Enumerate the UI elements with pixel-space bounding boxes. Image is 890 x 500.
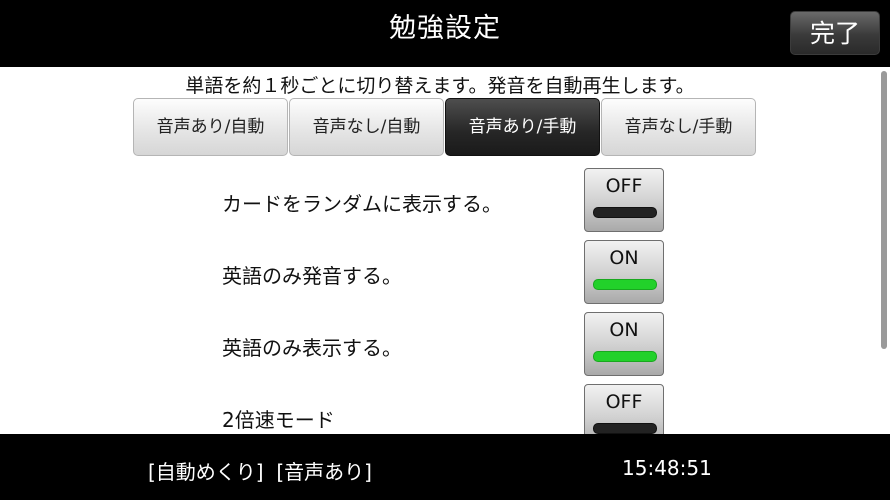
- setting-row-double-speed: 2倍速モード OFF: [0, 384, 890, 434]
- mode-tab-silent-auto[interactable]: 音声なし/自動: [289, 98, 444, 156]
- title-bar: 勉強設定 完了: [0, 0, 890, 67]
- setting-label: 英語のみ表示する。: [222, 336, 402, 360]
- status-mode-text: [自動めくり] [音声あり]: [148, 460, 372, 484]
- english-audio-only-toggle[interactable]: ON: [584, 240, 664, 304]
- toggle-state: ON: [609, 247, 639, 269]
- status-bar: [自動めくり] [音声あり] 15:48:51: [0, 434, 890, 500]
- done-button[interactable]: 完了: [790, 11, 880, 55]
- random-cards-toggle[interactable]: OFF: [584, 168, 664, 232]
- double-speed-toggle[interactable]: OFF: [584, 384, 664, 434]
- setting-label: カードをランダムに表示する。: [222, 192, 502, 216]
- mode-description: 単語を約１秒ごとに切り替えます。発音を自動再生します。: [185, 75, 695, 97]
- mode-tab-silent-manual[interactable]: 音声なし/手動: [601, 98, 756, 156]
- mode-tab-sound-manual[interactable]: 音声あり/手動: [445, 98, 600, 156]
- page-title: 勉強設定: [389, 13, 501, 44]
- toggle-indicator: [593, 423, 657, 434]
- toggle-state: OFF: [605, 175, 643, 197]
- toggle-indicator: [593, 351, 657, 362]
- toggle-indicator: [593, 207, 657, 218]
- setting-row-english-audio-only: 英語のみ発音する。 ON: [0, 240, 890, 304]
- toggle-state: OFF: [605, 391, 643, 413]
- settings-content[interactable]: 単語を約１秒ごとに切り替えます。発音を自動再生します。 音声あり/自動 音声なし…: [0, 67, 890, 434]
- mode-tab-sound-auto[interactable]: 音声あり/自動: [133, 98, 288, 156]
- setting-label: 2倍速モード: [222, 408, 335, 432]
- toggle-indicator: [593, 279, 657, 290]
- status-clock: 15:48:51: [622, 456, 712, 480]
- english-display-only-toggle[interactable]: ON: [584, 312, 664, 376]
- setting-label: 英語のみ発音する。: [222, 264, 402, 288]
- vertical-scrollbar[interactable]: [881, 71, 887, 349]
- setting-row-english-display-only: 英語のみ表示する。 ON: [0, 312, 890, 376]
- toggle-state: ON: [609, 319, 639, 341]
- setting-row-random-cards: カードをランダムに表示する。 OFF: [0, 168, 890, 232]
- screen: 勉強設定 完了 単語を約１秒ごとに切り替えます。発音を自動再生します。 音声あり…: [0, 0, 890, 500]
- mode-tabs: 音声あり/自動 音声なし/自動 音声あり/手動 音声なし/手動: [133, 98, 757, 156]
